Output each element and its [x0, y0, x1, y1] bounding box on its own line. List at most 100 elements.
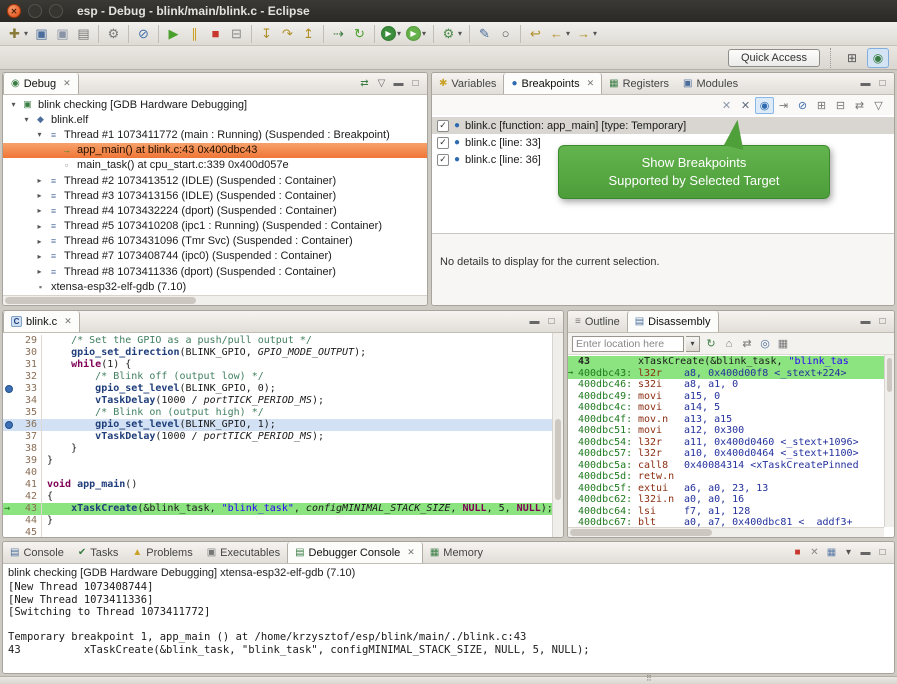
- console-body[interactable]: blink checking [GDB Hardware Debugging] …: [3, 564, 894, 673]
- tab-modules[interactable]: ▣Modules: [676, 73, 745, 94]
- home-icon[interactable]: ⌂: [720, 335, 738, 353]
- code-line[interactable]: 42{: [3, 491, 552, 503]
- maximize-icon[interactable]: □: [407, 75, 424, 92]
- breakpoint-checkbox[interactable]: ✓: [437, 120, 449, 132]
- link-with-debug-icon[interactable]: ⇄: [850, 97, 869, 114]
- scrollbar-thumb[interactable]: [5, 297, 196, 304]
- debug-tree-item[interactable]: ▫main_task() at cpu_start.c:339 0x400d05…: [3, 158, 427, 173]
- code-line[interactable]: 29 /* Set the GPIO as a push/pull output…: [3, 335, 552, 347]
- suspend-icon[interactable]: ∥: [184, 24, 205, 44]
- twisty-icon[interactable]: ▸: [33, 206, 46, 215]
- build-icon[interactable]: ⚙: [103, 24, 124, 44]
- breakpoint-row[interactable]: ✓●blink.c [function: app_main] [type: Te…: [432, 117, 894, 134]
- debug-tree-item[interactable]: →app_main() at blink.c:43 0x400dbc43: [3, 143, 427, 158]
- scrollbar-thumb[interactable]: [555, 419, 561, 501]
- debug-tree-item[interactable]: ▾◆blink.elf: [3, 112, 427, 127]
- terminate-icon[interactable]: ■: [789, 544, 806, 561]
- tab-disassembly[interactable]: ▤Disassembly: [627, 311, 719, 332]
- maximize-icon[interactable]: □: [874, 313, 891, 330]
- disassembly-row[interactable]: 400dbc51:movia12, 0x300: [568, 425, 884, 437]
- show-supported-breakpoints-icon[interactable]: ◉: [755, 97, 774, 114]
- skip-all-icon[interactable]: ⊘: [793, 97, 812, 114]
- twisty-icon[interactable]: ▸: [33, 237, 46, 246]
- code-line[interactable]: →43 xTaskCreate(&blink_task, "blink_task…: [3, 503, 552, 515]
- debug-perspective-button[interactable]: ◉: [867, 48, 889, 68]
- debug-horizontal-scrollbar[interactable]: [3, 295, 427, 305]
- close-icon[interactable]: ✕: [64, 316, 72, 327]
- last-edit-location-icon[interactable]: ↩: [525, 24, 546, 44]
- disassembly-row[interactable]: →400dbc43:l32ra8, 0x400d00f8 <_stext+224…: [568, 368, 884, 380]
- twisty-icon[interactable]: ▾: [7, 100, 20, 109]
- breakpoint-marker-icon[interactable]: [5, 421, 13, 429]
- disassembly-row[interactable]: 400dbc64:lsif7, a1, 128: [568, 506, 884, 518]
- show-opcodes-icon[interactable]: ▦: [774, 335, 792, 353]
- code-line[interactable]: 31 while(1) {: [3, 359, 552, 371]
- external-tools-menu-icon[interactable]: ▾: [455, 24, 465, 44]
- collapse-all-icon[interactable]: ⊟: [831, 97, 850, 114]
- tab-executables[interactable]: ▣Executables: [200, 542, 287, 563]
- disassembly-row[interactable]: 400dbc54:l32ra11, 0x400d0460 <_stext+109…: [568, 437, 884, 449]
- debug-tree-item[interactable]: ▸≡Thread #4 1073432224 (dport) (Suspende…: [3, 203, 427, 218]
- disassembly-vertical-scrollbar[interactable]: [884, 355, 894, 527]
- debug-tree-item[interactable]: ▸≡Thread #7 1073408744 (ipc0) (Suspended…: [3, 249, 427, 264]
- twisty-icon[interactable]: ▸: [33, 252, 46, 261]
- sync-selection-icon[interactable]: ⇄: [738, 335, 756, 353]
- refresh-icon[interactable]: ↻: [702, 335, 720, 353]
- debug-tree-item[interactable]: ▸≡Thread #8 1073411336 (dport) (Suspende…: [3, 264, 427, 279]
- twisty-icon[interactable]: ▸: [33, 176, 46, 185]
- back-menu-icon[interactable]: ▾: [563, 24, 573, 44]
- debug-tree-item[interactable]: ▾≡Thread #1 1073411772 (main : Running) …: [3, 127, 427, 142]
- breakpoint-marker-icon[interactable]: [5, 385, 13, 393]
- terminate-icon[interactable]: ■: [205, 24, 226, 44]
- debug-menu-icon[interactable]: ▾: [394, 24, 404, 44]
- code-line[interactable]: 35 /* Blink on (output high) */: [3, 407, 552, 419]
- tab-blink-c[interactable]: Cblink.c✕: [3, 311, 80, 332]
- disassembly-row[interactable]: 400dbc49:movia15, 0: [568, 391, 884, 403]
- code-line[interactable]: 38 }: [3, 443, 552, 455]
- view-menu-icon[interactable]: ▽: [869, 97, 888, 114]
- go-to-file-icon[interactable]: ⇥: [774, 97, 793, 114]
- tab-console[interactable]: ▤Console: [3, 542, 71, 563]
- breakpoint-checkbox[interactable]: ✓: [437, 137, 449, 149]
- close-icon[interactable]: ✕: [587, 78, 595, 89]
- editor-vertical-scrollbar[interactable]: [552, 333, 563, 537]
- quick-access-button[interactable]: Quick Access: [728, 49, 820, 67]
- new-file-icon[interactable]: ✎: [474, 24, 495, 44]
- maximize-icon[interactable]: □: [874, 75, 891, 92]
- step-over-icon[interactable]: ↷: [277, 24, 298, 44]
- track-expression-icon[interactable]: ◎: [756, 335, 774, 353]
- disassembly-row[interactable]: 400dbc4c:movia14, 5: [568, 402, 884, 414]
- tab-memory[interactable]: ▦Memory: [423, 542, 490, 563]
- twisty-icon[interactable]: ▸: [33, 267, 46, 276]
- debug-tree-item[interactable]: ▸≡Thread #2 1073413512 (IDLE) (Suspended…: [3, 173, 427, 188]
- disassembly-row[interactable]: 43xTaskCreate(&blink_task, "blink_tas: [568, 356, 884, 368]
- close-icon[interactable]: ✕: [407, 547, 415, 558]
- minimize-icon[interactable]: ▬: [526, 313, 543, 330]
- disassembly-row[interactable]: 400dbc5d:retw.n: [568, 471, 884, 483]
- window-minimize-button[interactable]: [28, 4, 42, 18]
- save-all-icon[interactable]: ▣: [52, 24, 73, 44]
- minimize-icon[interactable]: ▬: [857, 544, 874, 561]
- code-line[interactable]: 34 vTaskDelay(1000 / portTICK_PERIOD_MS)…: [3, 395, 552, 407]
- code-line[interactable]: 30 gpio_set_direction(BLINK_GPIO, GPIO_M…: [3, 347, 552, 359]
- code-editor[interactable]: 29 /* Set the GPIO as a push/pull output…: [3, 333, 552, 537]
- debug-tree-item[interactable]: ▸≡Thread #5 1073410208 (ipc1 : Running) …: [3, 219, 427, 234]
- tab-breakpoints[interactable]: ●Breakpoints✕: [503, 73, 602, 94]
- open-console-menu-icon[interactable]: ▾: [840, 544, 857, 561]
- maximize-icon[interactable]: □: [543, 313, 560, 330]
- search-icon[interactable]: ○: [495, 24, 516, 44]
- twisty-icon[interactable]: ▾: [20, 115, 33, 124]
- tab-outline[interactable]: ≡Outline: [568, 311, 627, 332]
- code-line[interactable]: 36 gpio_set_level(BLINK_GPIO, 1);: [3, 419, 552, 431]
- disassembly-horizontal-scrollbar[interactable]: [568, 527, 884, 537]
- tab-registers[interactable]: ▦Registers: [602, 73, 676, 94]
- disassembly-row[interactable]: 400dbc62:l32i.na0, a0, 16: [568, 494, 884, 506]
- window-close-button[interactable]: ✕: [7, 4, 21, 18]
- debug-tree-item[interactable]: ▪xtensa-esp32-elf-gdb (7.10): [3, 279, 427, 294]
- tab-variables[interactable]: ✱Variables: [432, 73, 503, 94]
- breakpoint-checkbox[interactable]: ✓: [437, 154, 449, 166]
- disassembly-row[interactable]: 400dbc5a:call80x40084314 <xTaskCreatePin…: [568, 460, 884, 472]
- run-menu-icon[interactable]: ▾: [419, 24, 429, 44]
- scrollbar-thumb[interactable]: [887, 358, 892, 392]
- code-line[interactable]: 32 /* Blink off (output low) */: [3, 371, 552, 383]
